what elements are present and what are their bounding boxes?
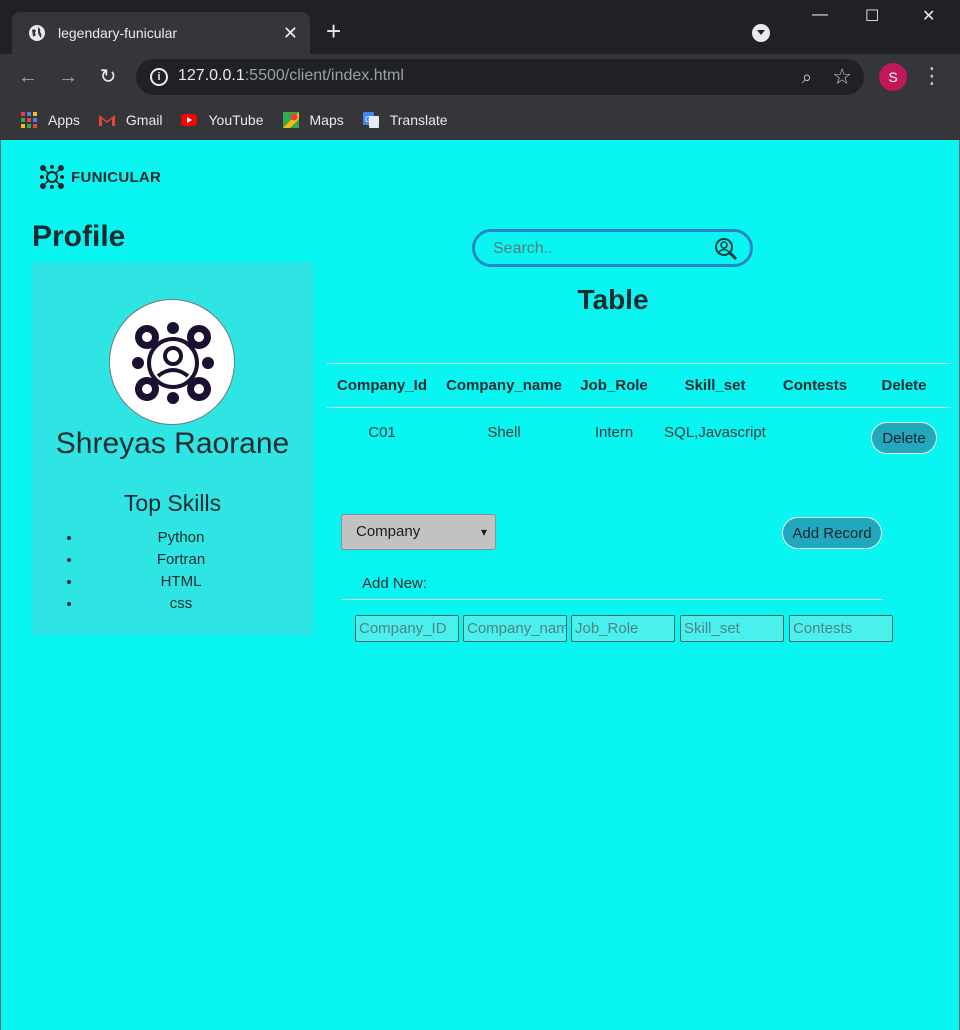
- table-header-row: Company_Id Company_name Job_Role Skill_s…: [327, 363, 951, 408]
- select-value: Company: [356, 523, 421, 540]
- new-tab-icon[interactable]: +: [326, 16, 341, 46]
- maximize-icon[interactable]: ☐: [865, 6, 879, 26]
- cell-company-name: Shell: [487, 424, 521, 441]
- column-header: Job_Role: [571, 363, 657, 408]
- list-item: Fortran: [82, 549, 302, 571]
- bookmark-label: Translate: [389, 112, 448, 128]
- cell-delete: Delete: [857, 408, 951, 468]
- maps-icon: [282, 112, 299, 128]
- chevron-down-icon: ▾: [480, 525, 487, 539]
- youtube-icon: [181, 114, 198, 126]
- cell-contests: [773, 408, 857, 468]
- tab-title: legendary-funicular: [58, 25, 178, 41]
- reload-icon[interactable]: ↻: [96, 65, 120, 89]
- info-icon[interactable]: i: [150, 68, 168, 86]
- bookmark-apps[interactable]: Apps: [20, 111, 80, 129]
- delete-button[interactable]: Delete: [871, 422, 937, 454]
- browser-titlebar: legendary-funicular ✕ + — ☐ ✕: [0, 0, 960, 54]
- add-record-button[interactable]: Add Record: [782, 517, 882, 549]
- search-box: [472, 229, 753, 267]
- url-text[interactable]: 127.0.0.1:5500/client/index.html: [178, 67, 404, 85]
- list-item: HTML: [82, 571, 302, 593]
- profile-avatar: [109, 299, 235, 425]
- cell-company-id: C01: [368, 424, 396, 441]
- profile-avatar-button[interactable]: S: [879, 63, 907, 91]
- svg-text:G: G: [365, 115, 371, 124]
- contests-field[interactable]: [789, 615, 893, 642]
- divider: [341, 599, 883, 600]
- column-header: Company_name: [437, 363, 571, 408]
- table-row: C01 Shell Intern SQL,Javascript Delete: [327, 408, 951, 468]
- bookmark-star-icon[interactable]: ☆: [832, 64, 852, 90]
- address-bar[interactable]: i 127.0.0.1:5500/client/index.html ⌕ ☆: [136, 59, 864, 95]
- bookmark-gmail[interactable]: Gmail: [98, 111, 163, 129]
- globe-icon: [29, 25, 45, 41]
- site-logo[interactable]: FUNICULAR: [39, 164, 161, 190]
- bookmark-label: Gmail: [125, 112, 163, 128]
- skills-list: Python Fortran HTML css: [82, 527, 302, 615]
- bookmark-maps[interactable]: Maps: [282, 111, 344, 129]
- logo-text: FUNICULAR: [71, 168, 162, 186]
- skills-title: Top Skills: [123, 490, 222, 516]
- column-header: Skill_set: [657, 363, 773, 408]
- skill-set-field[interactable]: [680, 615, 784, 642]
- company-name-field[interactable]: [463, 615, 567, 642]
- network-people-icon: [132, 322, 214, 404]
- search-person-icon[interactable]: [714, 237, 738, 261]
- browser-toolbar: ← → ↻ i 127.0.0.1:5500/client/index.html…: [0, 54, 960, 100]
- profile-card: Shreyas Raorane Top Skills Python Fortra…: [32, 262, 313, 635]
- job-role-field[interactable]: [571, 615, 675, 642]
- company-id-field[interactable]: [355, 615, 459, 642]
- browser-tab[interactable]: legendary-funicular ✕: [12, 12, 310, 54]
- page-viewport: FUNICULAR Profile Shreyas Raorane Top Sk…: [0, 140, 960, 1030]
- column-header: Delete: [857, 363, 951, 408]
- table-title: Table: [577, 284, 649, 315]
- zoom-icon[interactable]: ⌕: [802, 67, 812, 88]
- bookmark-label: Apps: [48, 112, 80, 128]
- tab-search-icon[interactable]: [752, 24, 770, 42]
- bookmarks-bar: Apps Gmail YouTube Maps G Translate: [0, 100, 960, 140]
- profile-name: Shreyas Raorane: [55, 427, 290, 460]
- cell-job-role: Intern: [594, 424, 634, 441]
- bookmark-label: YouTube: [208, 112, 264, 128]
- apps-grid-icon: [21, 112, 37, 128]
- add-new-label: Add New:: [362, 575, 428, 592]
- column-header: Company_Id: [327, 363, 437, 408]
- bookmark-translate[interactable]: G Translate: [362, 111, 448, 129]
- forward-icon[interactable]: →: [56, 65, 80, 89]
- company-table: Company_Id Company_name Job_Role Skill_s…: [327, 363, 951, 468]
- network-logo-icon: [40, 165, 64, 189]
- window-close-icon[interactable]: ✕: [922, 6, 935, 26]
- close-tab-icon[interactable]: ✕: [283, 24, 298, 42]
- gmail-icon: [98, 115, 115, 126]
- bookmark-label: Maps: [309, 112, 344, 128]
- minimize-icon[interactable]: —: [812, 6, 828, 24]
- translate-icon: G: [362, 112, 379, 128]
- column-header: Contests: [773, 363, 857, 408]
- bookmark-youtube[interactable]: YouTube: [180, 111, 264, 129]
- list-item: css: [82, 593, 302, 615]
- menu-kebab-icon[interactable]: ⋮: [920, 62, 944, 90]
- search-input[interactable]: [493, 238, 703, 260]
- company-select[interactable]: Company ▾: [341, 514, 496, 550]
- profile-heading: Profile: [32, 220, 126, 253]
- list-item: Python: [82, 527, 302, 549]
- cell-skill-set: SQL,Javascript: [664, 424, 766, 441]
- back-icon[interactable]: ←: [16, 65, 40, 89]
